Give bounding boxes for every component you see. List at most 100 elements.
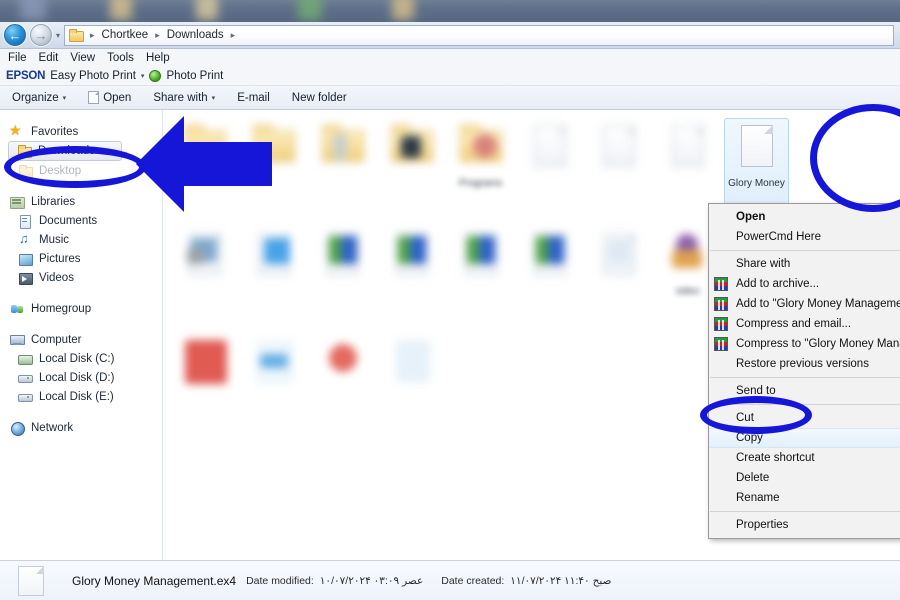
list-item[interactable] — [515, 224, 584, 332]
email-button[interactable]: E-mail — [237, 92, 270, 104]
window-chrome — [0, 0, 900, 22]
menu-help[interactable]: Help — [146, 52, 170, 64]
sidebar-item-local-disk-e[interactable]: Local Disk (E:) — [0, 387, 162, 406]
open-button[interactable]: Open — [88, 91, 131, 104]
menu-tools[interactable]: Tools — [107, 52, 134, 64]
winrar-icon — [714, 277, 728, 291]
homegroup-icon — [10, 302, 25, 316]
menu-item-compress-to-and-email[interactable]: Compress to "Glory Money Management.rar"… — [709, 334, 900, 354]
list-item[interactable] — [308, 116, 377, 224]
sidebar-item-homegroup[interactable]: Homegroup — [0, 299, 162, 318]
breadcrumb-item-0[interactable]: Chortkee — [100, 28, 151, 42]
list-item[interactable] — [239, 116, 308, 224]
menu-item-open[interactable]: Open — [709, 207, 900, 227]
menu-file[interactable]: File — [8, 52, 27, 64]
nav-label-pictures: Pictures — [39, 252, 81, 265]
nav-label-computer: Computer — [31, 333, 82, 346]
nav-label-downloads: Downloads — [38, 145, 95, 157]
list-item[interactable] — [377, 332, 446, 440]
address-bar: ← → ▾ ▸ Chortkee ▸ Downloads ▸ — [0, 22, 900, 49]
photo-print-button[interactable]: Photo Print — [166, 70, 223, 82]
sidebar-item-computer[interactable]: Computer — [0, 330, 162, 349]
command-bar: Organize ▾ Open Share with ▾ E-mail New … — [0, 86, 900, 110]
list-item[interactable] — [239, 224, 308, 332]
menu-item-delete[interactable]: Delete — [709, 468, 900, 488]
organize-button[interactable]: Organize ▾ — [12, 92, 66, 104]
libraries-icon — [10, 195, 25, 209]
sidebar-item-desktop[interactable]: Desktop — [0, 161, 162, 180]
menu-item-properties[interactable]: Properties — [709, 515, 900, 535]
menu-item-powercmd-here[interactable]: PowerCmd Here — [709, 227, 900, 247]
menu-item-share-with[interactable]: Share with — [709, 254, 900, 274]
menu-edit[interactable]: Edit — [39, 52, 59, 64]
breadcrumb-separator-2[interactable]: ▸ — [228, 30, 239, 41]
list-item[interactable] — [170, 224, 239, 332]
menu-view[interactable]: View — [70, 52, 95, 64]
share-with-label: Share with — [153, 91, 208, 104]
nav-header-libraries[interactable]: Libraries — [0, 192, 162, 211]
menu-separator — [710, 377, 900, 378]
sidebar-item-local-disk-d[interactable]: Local Disk (D:) — [0, 368, 162, 387]
file-label: Programs — [458, 178, 503, 189]
breadcrumb-item-1[interactable]: Downloads — [165, 28, 226, 42]
pictures-icon — [18, 252, 33, 266]
folder-icon — [17, 144, 32, 158]
music-icon — [18, 231, 33, 247]
sidebar-item-pictures[interactable]: Pictures — [0, 249, 162, 268]
list-item[interactable] — [170, 332, 239, 440]
sidebar-item-network[interactable]: Network — [0, 418, 162, 437]
easy-photo-print-button[interactable]: Easy Photo Print — [50, 70, 136, 82]
open-label: Open — [103, 91, 132, 104]
breadcrumb[interactable]: ▸ Chortkee ▸ Downloads ▸ — [64, 24, 894, 46]
menu-separator — [710, 511, 900, 512]
menu-item-label: Add to "Glory Money Management.rar" — [736, 298, 900, 310]
list-item[interactable] — [308, 224, 377, 332]
new-folder-button[interactable]: New folder — [292, 92, 347, 104]
list-item[interactable] — [239, 332, 308, 440]
menu-item-add-to-named-archive[interactable]: Add to "Glory Money Management.rar" — [709, 294, 900, 314]
back-arrow-icon[interactable]: ← — [4, 24, 26, 46]
context-menu[interactable]: Open PowerCmd Here Share with Add to arc… — [708, 203, 900, 539]
chevron-down-icon[interactable]: ▾ — [141, 72, 145, 80]
sidebar-item-documents[interactable]: Documents — [0, 211, 162, 230]
details-date-created-value: ۱۱/۰۷/۲۰۲۴ صبح ۱۱:۴۰ — [510, 574, 612, 587]
nav-header-favorites[interactable]: Favorites — [0, 122, 162, 141]
menu-item-send-to[interactable]: Send to — [709, 381, 900, 401]
folder-icon — [69, 29, 84, 42]
menu-item-add-to-archive[interactable]: Add to archive... — [709, 274, 900, 294]
star-icon — [9, 122, 25, 139]
menu-item-rename[interactable]: Rename — [709, 488, 900, 508]
list-item[interactable] — [446, 224, 515, 332]
details-pane: Glory Money Management.ex4 Date modified… — [0, 560, 900, 600]
disk-icon — [18, 371, 33, 385]
list-item[interactable] — [515, 116, 584, 224]
new-folder-label: New folder — [291, 91, 347, 104]
sidebar-item-downloads[interactable]: Downloads — [8, 141, 122, 161]
menu-item-copy[interactable]: Copy — [709, 428, 900, 448]
list-item[interactable] — [308, 332, 377, 440]
list-item[interactable] — [377, 116, 446, 224]
winrar-icon — [714, 317, 728, 331]
menu-item-compress-and-email[interactable]: Compress and email... — [709, 314, 900, 334]
menu-item-create-shortcut[interactable]: Create shortcut — [709, 448, 900, 468]
documents-icon — [18, 214, 33, 229]
details-date-modified-value: ۱۰/۰۷/۲۰۲۴ عصر ۰۳:۰۹ — [319, 574, 424, 587]
menu-item-cut[interactable]: Cut — [709, 408, 900, 428]
list-item[interactable] — [584, 224, 653, 332]
list-item[interactable] — [584, 116, 653, 224]
list-item[interactable] — [170, 116, 239, 224]
navigation-pane[interactable]: Favorites Downloads Desktop Libraries Do… — [0, 110, 163, 560]
list-item[interactable]: Programs — [446, 116, 515, 224]
nav-label-libraries: Libraries — [31, 195, 76, 208]
menu-item-restore-previous-versions[interactable]: Restore previous versions — [709, 354, 900, 374]
list-item[interactable] — [377, 224, 446, 332]
sidebar-item-local-disk-c[interactable]: Local Disk (C:) — [0, 349, 162, 368]
share-with-button[interactable]: Share with ▾ — [153, 92, 215, 104]
sidebar-item-videos[interactable]: Videos — [0, 268, 162, 287]
email-label: E-mail — [237, 91, 270, 104]
sidebar-item-music[interactable]: Music — [0, 230, 162, 249]
nav-label-local-disk-e: Local Disk (E:) — [39, 390, 114, 403]
forward-arrow-icon[interactable]: → — [30, 24, 52, 46]
recent-pages-caret[interactable]: ▾ — [52, 31, 64, 40]
folder-icon — [18, 164, 33, 178]
